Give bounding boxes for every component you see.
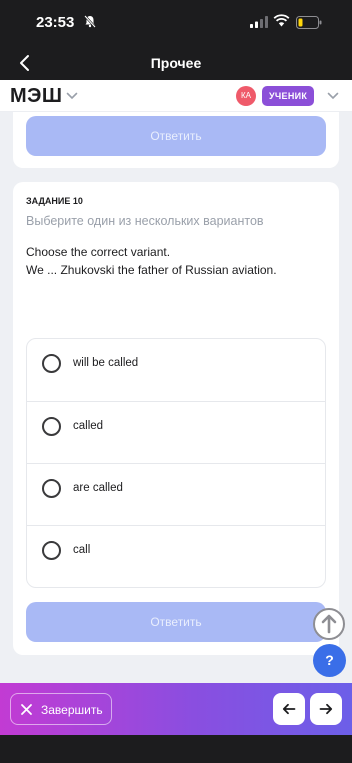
option-are-called[interactable]: are called <box>27 463 325 525</box>
option-call[interactable]: call <box>27 525 325 587</box>
help-button[interactable]: ? <box>313 644 346 677</box>
answer-button[interactable]: Ответить <box>26 116 326 156</box>
chevron-down-icon[interactable] <box>66 91 78 101</box>
close-icon <box>21 704 32 715</box>
radio-button[interactable] <box>42 417 61 436</box>
task-number: ЗАДАНИЕ 10 <box>26 196 83 206</box>
option-label: are called <box>73 482 123 494</box>
previous-task-card: Ответить <box>13 112 339 168</box>
radio-button[interactable] <box>42 541 61 560</box>
bell-muted-icon <box>84 15 96 28</box>
previous-task-button[interactable] <box>273 693 305 725</box>
task-question-line: Choose the correct variant. <box>26 245 171 259</box>
arrow-right-icon <box>319 703 333 715</box>
avatar[interactable]: КА <box>236 86 256 106</box>
wifi-icon <box>273 14 290 27</box>
task-question-line: We ... Zhukovski the father of Russian a… <box>26 263 277 277</box>
task-hint: Выберите один из нескольких вариантов <box>26 214 264 228</box>
option-called[interactable]: called <box>27 401 325 463</box>
option-label: called <box>73 420 104 432</box>
home-indicator-area <box>0 735 352 763</box>
next-task-button[interactable] <box>310 693 342 725</box>
task-card: ЗАДАНИЕ 10 Выберите один из нескольких в… <box>13 182 339 655</box>
battery-icon <box>296 16 322 29</box>
option-will-be-called[interactable]: will be called <box>27 339 325 401</box>
radio-button[interactable] <box>42 479 61 498</box>
scroll-up-icon[interactable] <box>312 607 346 641</box>
finish-button[interactable]: Завершить <box>10 693 112 725</box>
answer-options: will be called called are called call <box>26 338 326 588</box>
bottom-bar: Завершить <box>0 683 352 735</box>
chevron-down-icon[interactable] <box>327 91 339 101</box>
mesh-logo[interactable]: МЭШ <box>10 85 63 108</box>
task-question: Choose the correct variant. We ... Zhuko… <box>26 243 277 279</box>
status-time: 23:53 <box>36 14 75 31</box>
option-label: call <box>73 544 91 556</box>
option-label: will be called <box>73 357 139 369</box>
app-header: МЭШ КА УЧЕНИК <box>0 80 352 112</box>
task-content[interactable]: Ответить ЗАДАНИЕ 10 Выберите один из нес… <box>0 112 352 683</box>
page-title: Прочее <box>150 55 202 71</box>
status-bar: 23:53 <box>0 0 352 46</box>
answer-button[interactable]: Ответить <box>26 602 326 642</box>
nav-bar: Прочее <box>0 46 352 80</box>
signal-icon <box>250 16 268 28</box>
role-badge[interactable]: УЧЕНИК <box>262 86 315 106</box>
radio-button[interactable] <box>42 354 61 373</box>
arrow-left-icon <box>282 703 296 715</box>
finish-label: Завершить <box>41 703 103 717</box>
